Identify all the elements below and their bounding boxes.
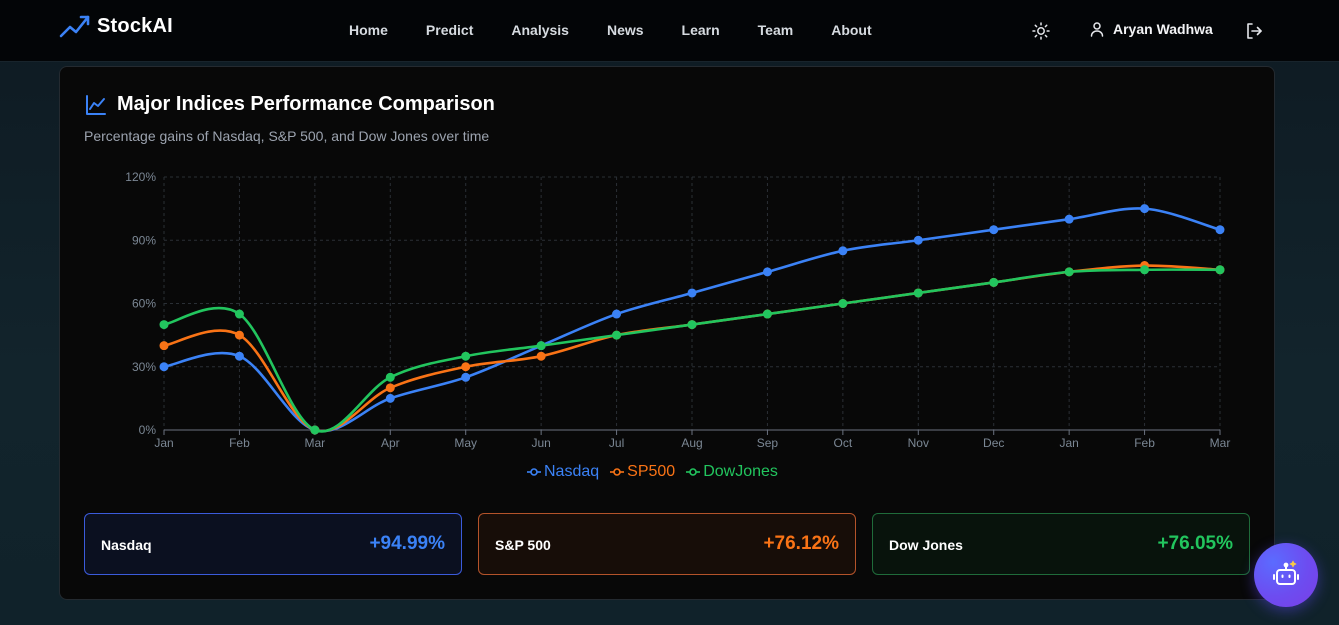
data-point-nasdaq <box>989 225 999 235</box>
y-tick-label: 30% <box>132 360 156 374</box>
x-tick-label: Feb <box>229 436 250 450</box>
data-point-nasdaq <box>1215 225 1225 235</box>
data-point-sp500 <box>385 383 395 393</box>
data-point-dowjones <box>1215 265 1225 275</box>
x-tick-label: Mar <box>1210 436 1231 450</box>
card-subtitle: Percentage gains of Nasdaq, S&P 500, and… <box>84 128 490 144</box>
stat-label-sp500: S&P 500 <box>495 537 551 553</box>
data-point-dowjones <box>385 372 395 382</box>
nav-link-analysis[interactable]: Analysis <box>511 22 569 38</box>
y-tick-label: 90% <box>132 233 156 247</box>
user-icon <box>1090 22 1104 37</box>
legend-swatch-nasdaq <box>527 468 541 476</box>
nav-link-team[interactable]: Team <box>758 22 794 38</box>
stat-value-dowjones: +76.05% <box>1157 533 1233 554</box>
data-point-dowjones <box>612 330 622 340</box>
x-tick-label: Aug <box>681 436 702 450</box>
stat-card-nasdaq: Nasdaq +94.99% <box>84 513 462 575</box>
legend-label-nasdaq: Nasdaq <box>544 463 600 480</box>
legend-item-sp500[interactable]: SP500 <box>609 463 675 481</box>
data-point-nasdaq <box>913 235 923 245</box>
user-name: Aryan Wadhwa <box>1113 21 1213 37</box>
data-point-dowjones <box>989 277 999 287</box>
data-point-nasdaq <box>838 246 848 256</box>
line-chart-icon <box>86 94 106 115</box>
x-tick-label: Jun <box>531 436 550 450</box>
stat-label-nasdaq: Nasdaq <box>101 537 152 553</box>
nav-link-about[interactable]: About <box>831 22 871 38</box>
legend-item-nasdaq[interactable]: Nasdaq <box>526 463 599 481</box>
stat-card-dowjones: Dow Jones +76.05% <box>872 513 1250 575</box>
y-tick-label: 60% <box>132 297 156 311</box>
data-point-dowjones <box>913 288 923 298</box>
data-point-sp500 <box>234 330 244 340</box>
legend-label-dowjones: DowJones <box>703 463 778 480</box>
robot-icon <box>1273 560 1299 585</box>
data-point-dowjones <box>1064 267 1074 277</box>
x-tick-label: Sep <box>757 436 779 450</box>
stat-label-dowjones: Dow Jones <box>889 537 963 553</box>
legend-label-sp500: SP500 <box>627 463 676 480</box>
performance-line-chart[interactable]: 0% 30% 60% 90% 120% Jan Feb Mar Apr May Jun Jul Aug S… <box>120 167 1240 457</box>
data-point-sp500 <box>461 362 471 372</box>
data-point-nasdaq <box>234 351 244 361</box>
data-point-nasdaq <box>612 309 622 319</box>
series-line-nasdaq <box>163 207 1221 433</box>
stat-value-nasdaq: +94.99% <box>369 533 445 554</box>
data-point-nasdaq <box>385 393 395 403</box>
card-header: Major Indices Performance Comparison <box>85 93 495 116</box>
brand-logo[interactable]: StockAI <box>59 11 173 41</box>
x-tick-label: Apr <box>381 436 400 450</box>
data-point-dowjones <box>687 320 697 330</box>
nav-link-news[interactable]: News <box>607 22 644 38</box>
data-point-sp500 <box>159 341 169 351</box>
legend-swatch-dowjones <box>686 468 701 476</box>
top-navbar: StockAI Home Predict Analysis News Learn… <box>0 0 1339 62</box>
legend-swatch-sp500 <box>610 468 625 476</box>
x-tick-label: Mar <box>305 436 326 450</box>
legend-item-dowjones[interactable]: DowJones <box>685 463 778 481</box>
x-tick-label: Feb <box>1134 436 1155 450</box>
data-point-dowjones <box>159 320 169 330</box>
x-tick-label: Nov <box>908 436 929 450</box>
stat-card-sp500: S&P 500 +76.12% <box>478 513 856 575</box>
data-point-nasdaq <box>687 288 697 298</box>
trending-up-icon <box>59 15 90 38</box>
data-point-nasdaq <box>461 372 471 382</box>
nav-link-predict[interactable]: Predict <box>426 22 473 38</box>
nav-link-home[interactable]: Home <box>349 22 388 38</box>
x-tick-label: Jan <box>1059 436 1078 450</box>
card-title: Major Indices Performance Comparison <box>117 93 495 115</box>
y-tick-label: 120% <box>125 170 156 184</box>
data-point-nasdaq <box>1140 204 1150 214</box>
data-point-dowjones <box>536 341 546 351</box>
chatbot-button[interactable] <box>1254 543 1318 607</box>
indices-performance-card: Major Indices Performance Comparison Per… <box>59 66 1275 600</box>
x-tick-label: Jan <box>154 436 173 450</box>
data-point-nasdaq <box>762 267 772 277</box>
data-point-dowjones <box>1140 265 1150 275</box>
data-point-dowjones <box>461 351 471 361</box>
data-point-nasdaq <box>159 362 169 372</box>
data-point-dowjones <box>838 299 848 308</box>
data-point-dowjones <box>234 309 244 319</box>
logout-icon[interactable] <box>1245 22 1263 40</box>
data-point-sp500 <box>536 351 546 361</box>
x-tick-label: Oct <box>834 436 853 450</box>
sun-icon[interactable] <box>1032 22 1050 40</box>
user-menu[interactable]: Aryan Wadhwa <box>1089 21 1213 37</box>
chart-legend: Nasdaq SP500 DowJones <box>526 463 788 481</box>
x-tick-label: May <box>454 436 477 450</box>
data-point-dowjones <box>310 425 320 435</box>
stat-value-sp500: +76.12% <box>763 533 839 554</box>
nav-link-learn[interactable]: Learn <box>682 22 720 38</box>
data-point-nasdaq <box>1064 214 1074 224</box>
data-point-dowjones <box>762 309 772 319</box>
x-tick-label: Dec <box>983 436 1004 450</box>
nav-links: Home Predict Analysis News Learn Team Ab… <box>330 22 891 38</box>
y-tick-label: 0% <box>139 423 157 437</box>
x-tick-label: Jul <box>609 436 624 450</box>
brand-name: StockAI <box>97 14 173 37</box>
